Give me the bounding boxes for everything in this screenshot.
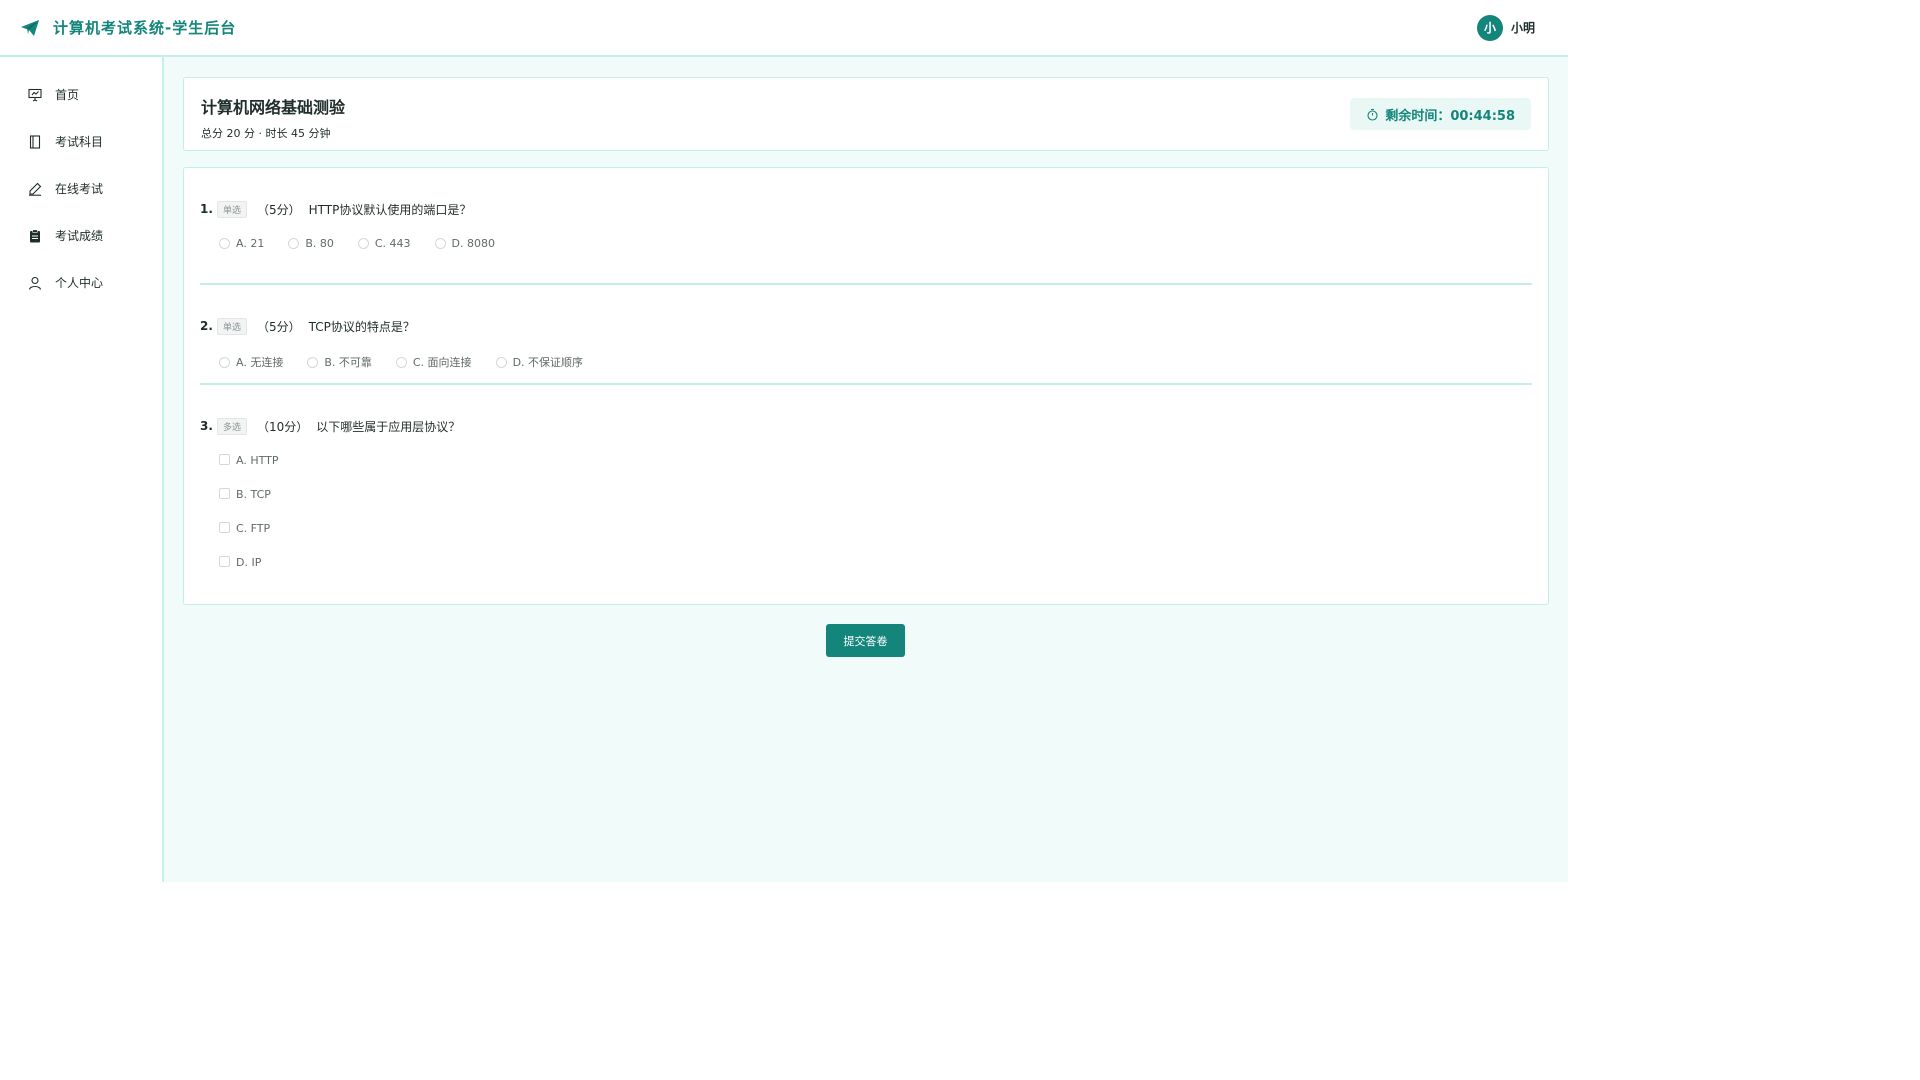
radio-button[interactable]: [219, 238, 230, 249]
stopwatch-icon: [1366, 108, 1379, 121]
question-text: TCP协议的特点是？: [308, 319, 415, 334]
options-group: A. 无连接 B. 不可靠 C. 面向连接 D. 不保证顺序: [200, 354, 1532, 370]
radio-button[interactable]: [357, 238, 369, 249]
sidebar-item-subjects[interactable]: 考试科目: [0, 118, 162, 165]
clipboard-icon: [28, 229, 42, 243]
app-title: 计算机考试系统-学生后台: [53, 19, 237, 37]
radio-button[interactable]: [219, 356, 230, 368]
option-label: D. 不保证顺序: [512, 356, 584, 369]
presentation-icon: [28, 88, 42, 102]
radio-button[interactable]: [395, 356, 407, 368]
question-1: 1. 单选 （5分） HTTP协议默认使用的端口是？ A. 21 B. 80 C…: [200, 168, 1532, 285]
checkbox[interactable]: [219, 454, 230, 465]
book-icon: [28, 134, 42, 149]
option-checkbox[interactable]: B. TCP: [219, 488, 1532, 522]
option-label: D. 8080: [451, 237, 496, 250]
user-icon: [28, 276, 42, 290]
avatar[interactable]: 小: [1476, 14, 1503, 41]
sidebar-item-label: 考试科目: [55, 135, 104, 149]
option-checkbox[interactable]: D. IP: [219, 556, 1532, 590]
options-group: A. HTTP B. TCP C. FTP D. IP: [200, 454, 1532, 590]
option-radio[interactable]: C. 面向连接: [395, 354, 472, 370]
question-score: （5分）: [257, 202, 301, 217]
checkbox[interactable]: [219, 522, 230, 533]
question-type-badge: 单选: [217, 317, 248, 335]
option-label: D. IP: [236, 556, 262, 569]
question-card: 1. 单选 （5分） HTTP协议默认使用的端口是？ A. 21 B. 80 C…: [183, 167, 1549, 605]
exam-info-card: 计算机网络基础测验 总分 20 分 · 时长 45 分钟 剩余时间：00:44:…: [183, 77, 1549, 151]
question-score: （5分）: [257, 319, 301, 334]
option-radio[interactable]: A. 21: [219, 237, 264, 250]
radio-button[interactable]: [288, 238, 300, 249]
sidebar-item-label: 个人中心: [55, 276, 104, 290]
brand: 计算机考试系统-学生后台: [20, 17, 236, 38]
checkbox[interactable]: [219, 556, 230, 567]
sidebar-item-home[interactable]: 首页: [0, 71, 162, 118]
option-label: C. FTP: [236, 522, 271, 535]
username[interactable]: 小明: [1511, 19, 1535, 36]
question-3: 3. 多选 （10分） 以下哪些属于应用层协议？ A. HTTP B. TCP …: [200, 385, 1532, 608]
question-score: （10分）: [257, 419, 309, 434]
option-checkbox[interactable]: C. FTP: [219, 522, 1532, 556]
option-radio[interactable]: D. 不保证顺序: [495, 354, 584, 370]
question-type-badge: 多选: [217, 417, 248, 435]
question-2: 2. 单选 （5分） TCP协议的特点是？ A. 无连接 B. 不可靠 C. 面…: [200, 285, 1532, 385]
question-number: 1.: [200, 202, 213, 216]
radio-button[interactable]: [495, 356, 507, 368]
option-label: A. HTTP: [236, 454, 279, 467]
exam-meta: 总分 20 分 · 时长 45 分钟: [201, 127, 331, 140]
question-number: 3.: [200, 419, 213, 433]
sidebar-item-scores[interactable]: 考试成绩: [0, 212, 162, 259]
option-label: B. 80: [305, 237, 334, 250]
main-content: 计算机网络基础测验 总分 20 分 · 时长 45 分钟 剩余时间：00:44:…: [164, 57, 1568, 882]
question-text: 以下哪些属于应用层协议？: [316, 419, 461, 434]
checkbox[interactable]: [219, 488, 230, 499]
option-label: B. TCP: [236, 488, 271, 501]
countdown-timer: 剩余时间：00:44:58: [1350, 98, 1531, 130]
timer-text: 剩余时间：00:44:58: [1385, 108, 1515, 124]
top-header: 计算机考试系统-学生后台 小 小明: [0, 0, 1568, 57]
option-radio[interactable]: A. 无连接: [219, 354, 283, 370]
question-number: 2.: [200, 319, 213, 333]
option-label: C. 面向连接: [412, 356, 472, 369]
sidebar: 首页 考试科目 在线考试 考试成绩 个人中心: [0, 57, 164, 882]
option-label: C. 443: [374, 237, 411, 250]
submit-exam-button[interactable]: 提交答卷: [826, 624, 905, 657]
radio-button[interactable]: [434, 238, 446, 249]
option-checkbox[interactable]: A. HTTP: [219, 454, 1532, 488]
question-type-badge: 单选: [217, 200, 248, 218]
sidebar-item-online-exam[interactable]: 在线考试: [0, 165, 162, 212]
option-radio[interactable]: C. 443: [357, 237, 411, 250]
user-menu[interactable]: 小 小明: [1476, 14, 1535, 41]
option-label: A. 21: [236, 237, 265, 250]
sidebar-item-label: 首页: [55, 88, 80, 102]
option-label: B. 不可靠: [324, 356, 372, 369]
option-radio[interactable]: D. 8080: [434, 237, 496, 250]
radio-button[interactable]: [307, 356, 319, 368]
pen-icon: [28, 182, 42, 196]
option-label: A. 无连接: [236, 356, 284, 369]
sidebar-item-label: 在线考试: [55, 182, 104, 196]
sidebar-item-profile[interactable]: 个人中心: [0, 259, 162, 306]
sidebar-item-label: 考试成绩: [55, 229, 104, 243]
question-text: HTTP协议默认使用的端口是？: [308, 202, 472, 217]
paper-plane-icon: [20, 18, 40, 38]
option-radio[interactable]: B. 不可靠: [307, 354, 372, 370]
exam-title: 计算机网络基础测验: [201, 98, 346, 117]
option-radio[interactable]: B. 80: [288, 237, 334, 250]
options-group: A. 21 B. 80 C. 443 D. 8080: [200, 237, 1532, 250]
